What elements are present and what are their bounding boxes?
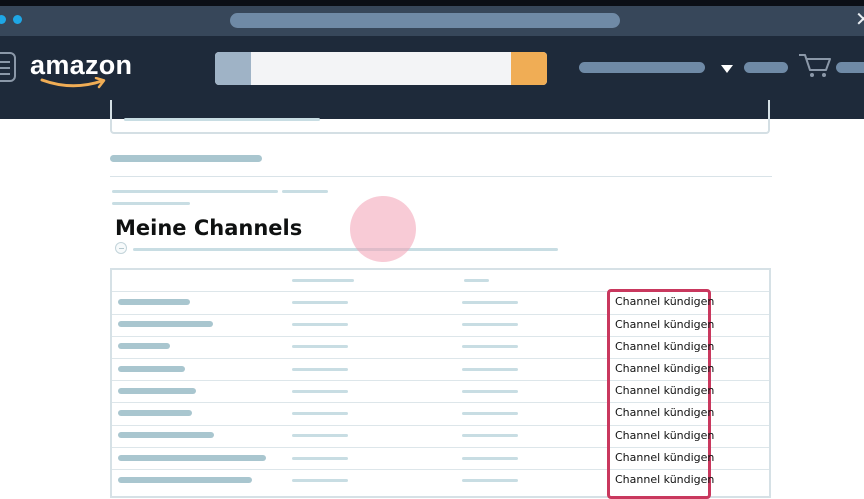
table-cell-name [118,432,214,438]
placeholder-text [124,118,320,121]
table-cell [462,323,518,326]
table-cell [462,301,518,304]
cancel-channel-link[interactable]: Channel kündigen [615,315,714,335]
cancel-channel-link[interactable]: Channel kündigen [615,470,714,490]
cart-icon[interactable] [798,52,832,78]
table-cell [292,323,348,326]
placeholder-text [112,190,278,193]
table-cell [292,412,348,415]
menu-icon[interactable] [0,52,16,82]
table-cell [462,434,518,437]
cancel-channel-link[interactable]: Channel kündigen [615,337,714,357]
table-cell [292,368,348,371]
table-header-cell [292,279,354,282]
page-title: Meine Channels [115,216,303,240]
nav-orders-link[interactable] [744,62,788,73]
info-icon[interactable] [115,242,127,254]
table-cell-name [118,321,213,327]
cancel-channel-link[interactable]: Channel kündigen [615,448,714,468]
cancel-channel-link[interactable]: Channel kündigen [615,426,714,446]
table-cell [462,345,518,348]
table-cell-name [118,410,192,416]
table-cell-name [118,388,196,394]
table-cell [292,345,348,348]
search-input[interactable] [251,52,511,85]
cancel-channel-link[interactable]: Channel kündigen [615,403,714,423]
placeholder-text [282,190,328,193]
table-cell [292,479,348,482]
table-cell [292,390,348,393]
table-cell-name [118,299,190,305]
window-control-dot[interactable] [13,15,22,24]
click-indicator [350,196,416,262]
nav-extra-link[interactable] [836,62,864,73]
table-cell [292,434,348,437]
table-cell-name [118,455,266,461]
table-cell [462,412,518,415]
placeholder-text [133,248,558,251]
cancel-channel-link[interactable]: Channel kündigen [615,292,714,312]
divider [110,176,772,177]
close-icon[interactable]: ✕ [855,6,864,34]
table-header-cell [464,279,489,282]
table-cell [292,457,348,460]
cancel-channel-link[interactable]: Channel kündigen [615,381,714,401]
table-cell [462,390,518,393]
chevron-down-icon[interactable] [721,65,733,73]
table-cell-name [118,366,185,372]
table-cell-name [118,343,170,349]
table-cell [292,301,348,304]
amazon-logo[interactable]: amazon [30,48,142,92]
table-cell-name [118,477,252,483]
placeholder-text [110,155,262,162]
previous-section-card [110,100,770,134]
search-button[interactable] [511,52,547,85]
table-cell [462,457,518,460]
nav-account-link[interactable] [579,62,705,73]
browser-address-bar[interactable] [230,13,620,28]
placeholder-text [112,202,190,205]
table-cell [462,368,518,371]
cancel-channel-link[interactable]: Channel kündigen [615,359,714,379]
table-cell [462,479,518,482]
search-bar [215,52,547,85]
search-category-dropdown[interactable] [215,52,251,85]
smile-arrow-icon [40,77,106,89]
